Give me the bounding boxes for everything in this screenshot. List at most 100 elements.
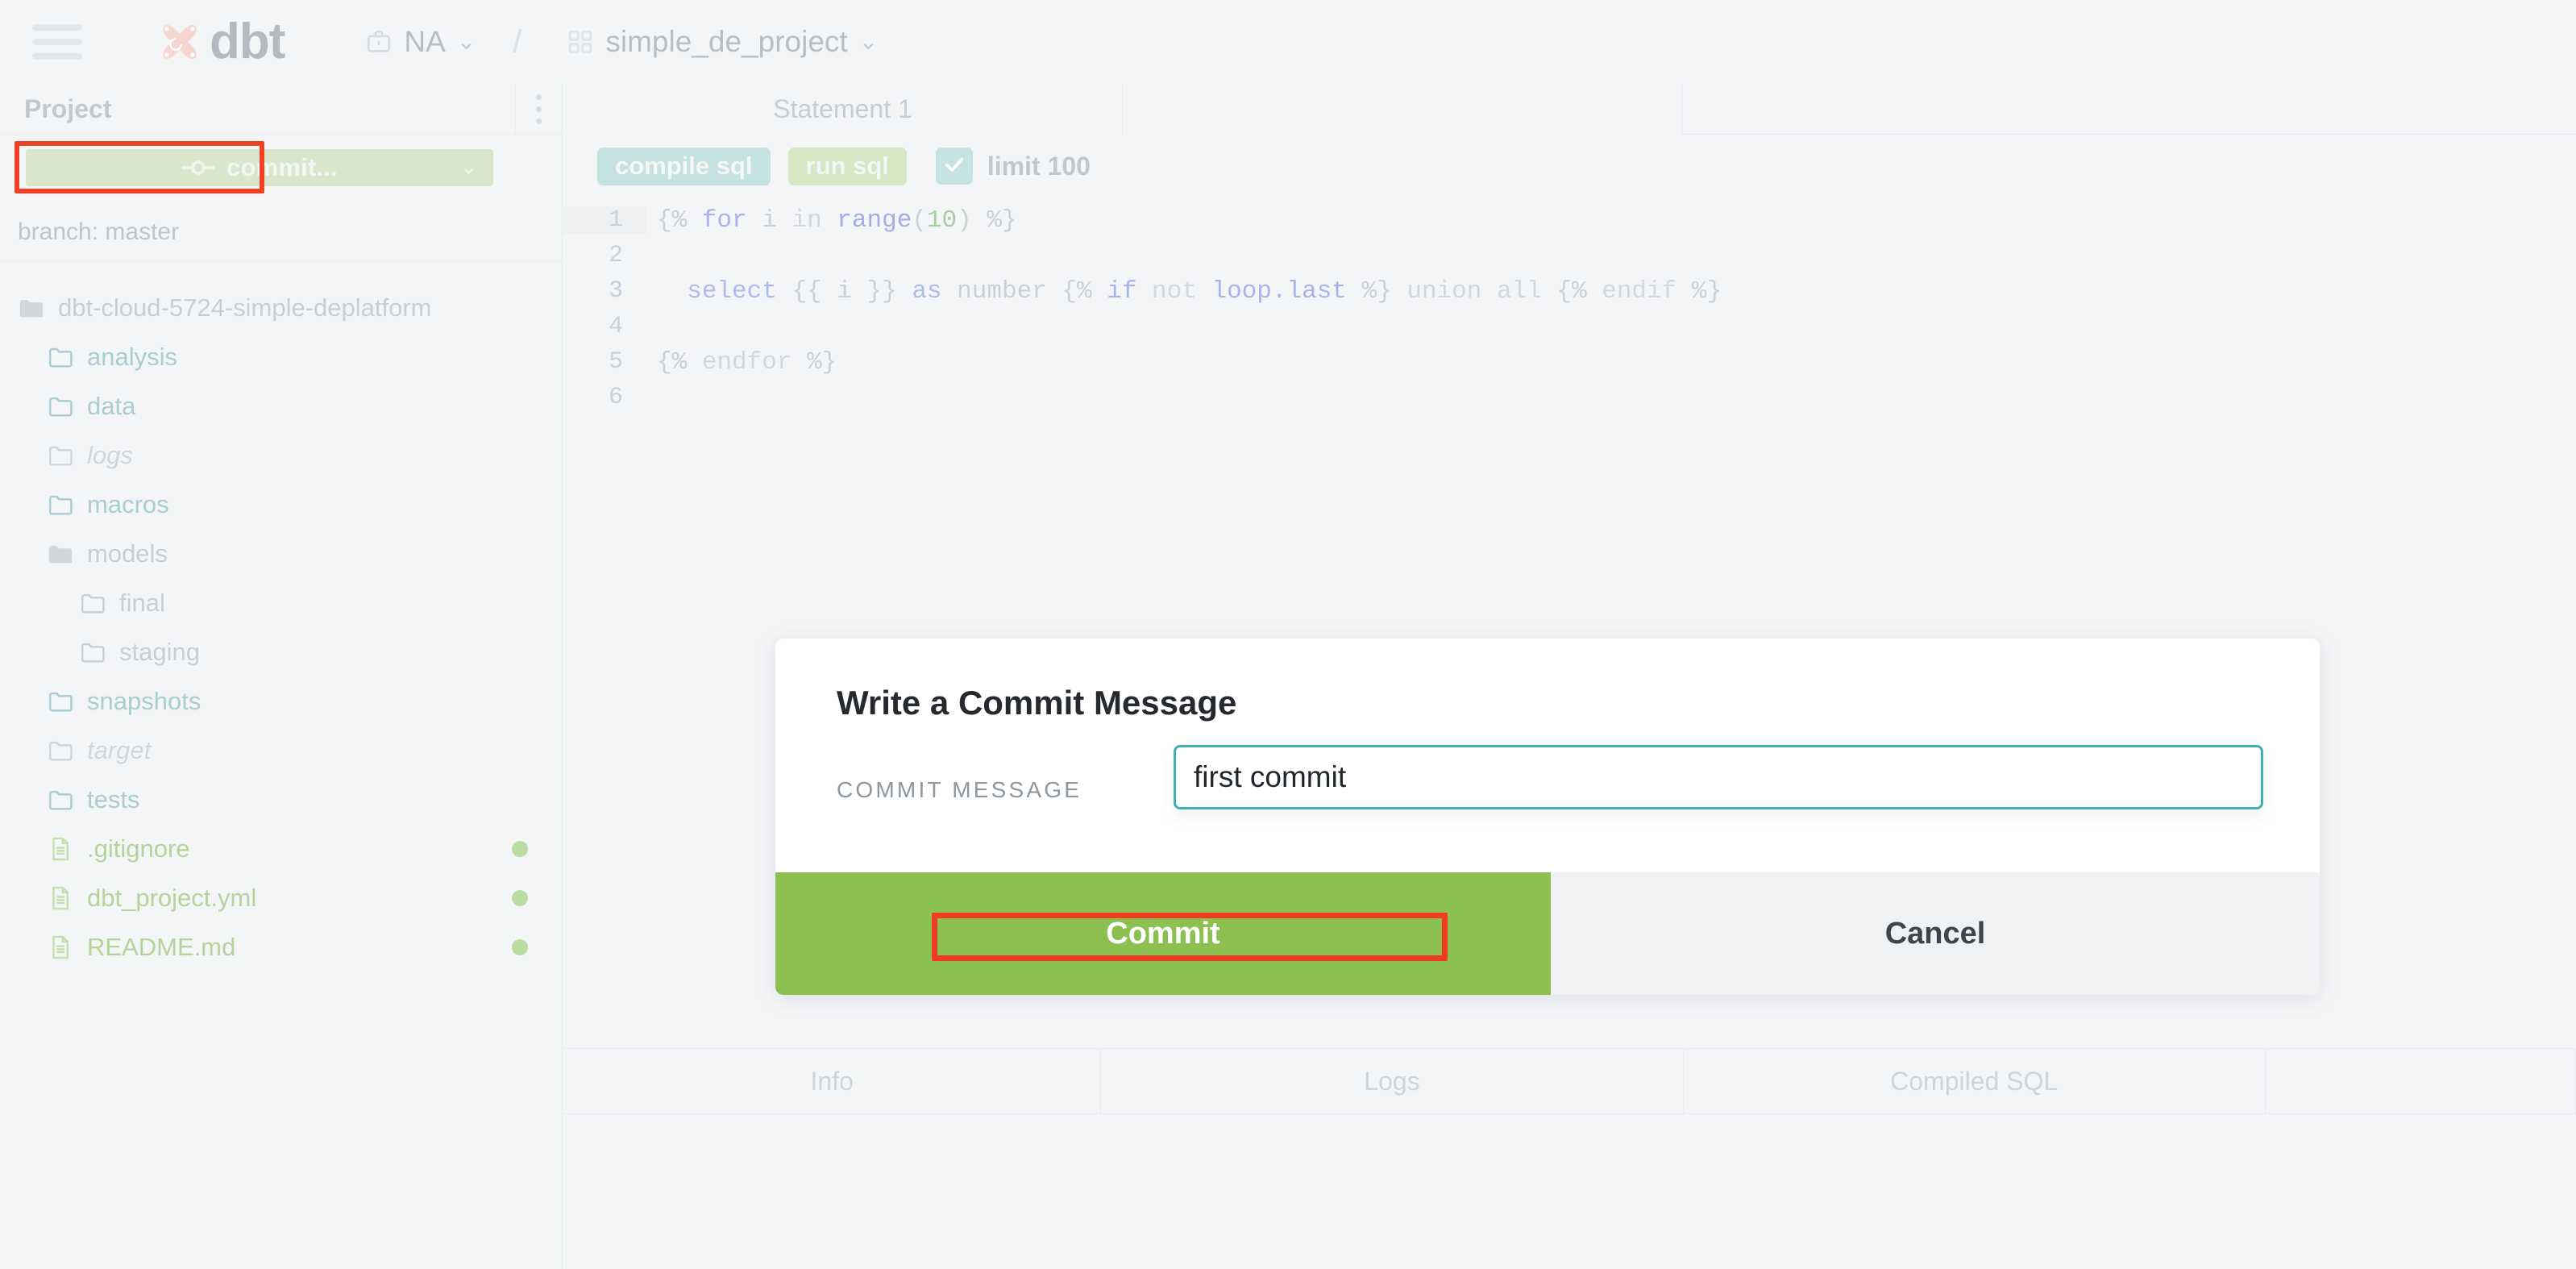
folder-icon [47,491,74,518]
code-line-row[interactable]: 3 select {{ i }} as number {% if not loo… [563,273,2576,309]
folder-icon [47,688,74,715]
sidebar-title: Project [24,94,112,123]
project-name: simple_de_project [605,25,848,58]
file-modified-dot [512,840,528,857]
file-icon [47,835,74,863]
tree-item-gitignore[interactable]: .gitignore [0,824,562,873]
chevron-down-icon: ⌄ [858,29,879,54]
tree-item-label: staging [119,637,200,666]
folder-open-icon [18,294,45,322]
results-tab-label: Logs [1364,1066,1420,1096]
code-line-row[interactable]: 5 {% endfor %} [563,344,2576,380]
code-line-row[interactable]: 2 [563,238,2576,273]
folder-icon [47,786,74,813]
hamburger-icon[interactable] [32,24,82,60]
commit-message-input[interactable] [1174,745,2263,809]
editor-toolbar: compile sql run sql limit 100 [563,135,2576,198]
folder-icon [79,639,106,666]
briefcase-icon [365,28,393,56]
tree-item-dbt-project-yml[interactable]: dbt_project.yml [0,873,562,922]
tree-item-label: snapshots [87,686,202,715]
line-number: 3 [608,277,623,305]
git-commit-icon [181,160,216,176]
tree-item-label: tests [87,784,140,813]
tree-item-label: logs [87,440,133,469]
kebab-menu-icon[interactable] [515,84,562,135]
tree-item-models[interactable]: models [0,529,562,578]
kebab-dot [536,106,542,112]
tree-item-label: target [87,735,152,764]
tree-item-label: dbt-cloud-5724-simple-deplatform [58,293,432,322]
tree-item-label: macros [87,489,169,518]
dbt-logo-icon [155,17,205,67]
tree-item-label: .gitignore [87,834,190,863]
results-tab-logs[interactable]: Logs [1101,1049,1684,1113]
run-sql-button[interactable]: run sql [787,147,907,185]
tree-item-label: dbt_project.yml [87,883,257,912]
folder-open-icon [47,540,74,568]
tree-item-label: data [87,391,136,420]
tree-item-analysis[interactable]: analysis [0,332,562,381]
commit-confirm-label: Commit [1106,916,1220,951]
results-tab-label: Compiled SQL [1890,1066,2059,1096]
tree-item-label: final [119,588,165,617]
limit-label: limit 100 [987,151,1091,181]
editor-tabstrip: Statement 1 [563,84,2576,135]
sidebar-header: Project [0,84,562,135]
brand-wordmark: dbt [210,14,285,69]
commit-button-area: commit... ⌄ [0,135,562,202]
project-selector[interactable]: simple_de_project ⌄ [567,25,878,59]
tree-item-label: analysis [87,342,177,371]
commit-dropdown-button[interactable]: commit... ⌄ [26,149,493,186]
tree-item-tests[interactable]: tests [0,775,562,824]
sidebar: Project commit... ⌄ branch: master dbt-c… [0,84,563,1269]
folder-icon [47,737,74,764]
compile-sql-button[interactable]: compile sql [597,147,771,185]
results-pane: Info Logs Compiled SQL [563,1048,2576,1269]
line-number: 1 [563,206,646,234]
account-selector[interactable]: NA ⌄ [365,25,476,59]
branch-label: branch: master [18,218,180,245]
limit-checkbox[interactable] [935,148,973,185]
line-number: 5 [608,348,623,376]
breadcrumb-separator: / [513,23,522,60]
code-line-row[interactable]: 6 [563,380,2576,415]
file-icon [47,884,74,912]
line-number: 6 [608,384,623,411]
tree-item-dbt-cloud-5724-simple-deplatform[interactable]: dbt-cloud-5724-simple-deplatform [0,283,562,332]
app-root: dbt NA ⌄ / simple_de_project ⌄ Project c… [0,0,2576,1269]
hamburger-bar [32,53,82,60]
modal-title: Write a Commit Message [837,684,1237,722]
folder-icon [47,393,74,420]
file-modified-dot [512,889,528,906]
file-icon [47,934,74,961]
tree-item-target[interactable]: target [0,726,562,775]
results-tab-compiled-sql[interactable]: Compiled SQL [1684,1049,2266,1113]
commit-confirm-button[interactable]: Commit [775,872,1551,995]
editor-tab-2[interactable] [1123,84,1682,135]
tree-item-logs[interactable]: logs [0,431,562,480]
editor-tab-1[interactable]: Statement 1 [563,84,1123,135]
results-tab-4[interactable] [2266,1049,2576,1113]
modal-footer: Commit Cancel [775,872,2320,995]
results-tab-info[interactable]: Info [563,1049,1102,1113]
tree-item-readme-md[interactable]: README.md [0,922,562,972]
limit-checkbox-group[interactable]: limit 100 [935,148,1091,185]
tree-item-macros[interactable]: macros [0,480,562,529]
tree-item-data[interactable]: data [0,381,562,431]
tree-item-staging[interactable]: staging [0,627,562,676]
line-number: 2 [608,242,623,269]
tree-item-snapshots[interactable]: snapshots [0,676,562,726]
editor-tab-label: Statement 1 [773,94,912,123]
code-line-row[interactable]: 4 [563,309,2576,344]
brand-logo-group[interactable]: dbt [155,17,285,67]
code-line-row[interactable]: 1 {% for i in range(10) %} [563,202,2576,238]
kebab-dot [536,119,542,124]
code-editor[interactable]: 1 {% for i in range(10) %} 2 3 select {{ i … [563,198,2576,415]
chevron-down-icon: ⌄ [456,29,476,54]
folder-icon [47,343,74,371]
tree-item-final[interactable]: final [0,578,562,627]
commit-button-label: commit... [226,153,338,181]
account-name: NA [404,25,446,58]
cancel-button[interactable]: Cancel [1551,872,2320,995]
